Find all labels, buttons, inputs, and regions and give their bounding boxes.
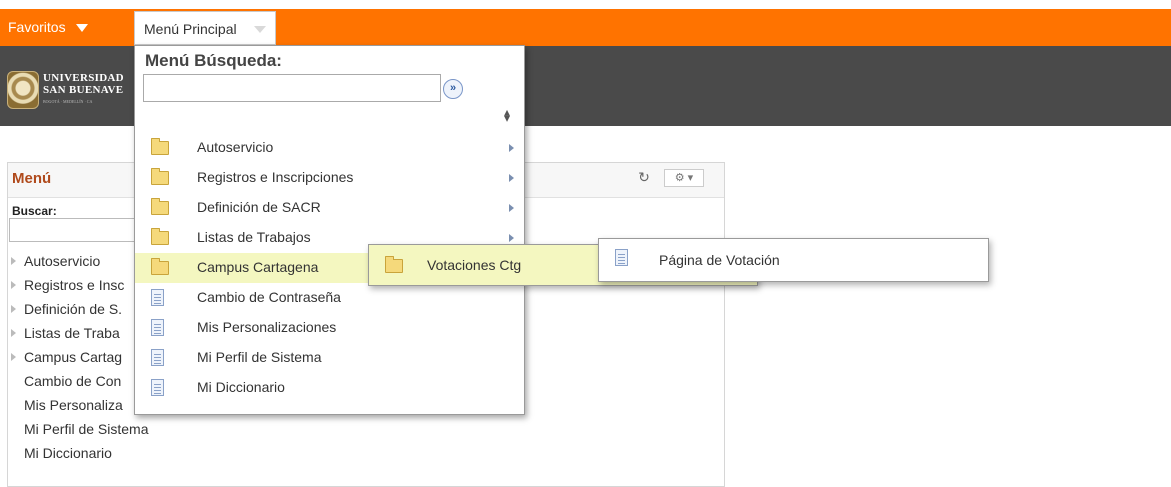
search-label: Buscar: [12,204,57,218]
settings-gear-icon[interactable]: ⚙ ▾ [664,169,704,187]
menu-item-mi-perfil[interactable]: Mi Perfil de Sistema [135,343,524,373]
folder-icon [385,256,403,273]
submenu-arrow-icon [509,204,514,212]
menu-item-mis-personalizaciones[interactable]: Mis Personalizaciones [135,313,524,343]
menu-item-campus-cartagena[interactable]: Campus Cartagena [135,253,371,283]
expand-arrow-icon [11,329,16,337]
menu-tree-item[interactable]: Listas de Traba [8,321,148,345]
favoritos-menu[interactable]: Favoritos [8,9,88,46]
folder-icon [151,258,169,275]
seal-icon [7,71,39,109]
menu-tree-item[interactable]: Mi Perfil de Sistema [8,417,148,441]
folder-icon [151,168,169,185]
document-icon [151,349,164,366]
menu-principal-label: Menú Principal [144,21,237,37]
chevron-down-icon [75,23,88,32]
university-logo: UNIVERSIDAD SAN BUENAVE BOGOTÁ · MEDELLÍ… [7,68,147,112]
expand-arrow-icon [11,353,16,361]
expand-arrow-icon [11,281,16,289]
menu-item-mi-diccionario[interactable]: Mi Diccionario [135,373,524,403]
submenu-arrow-icon [509,234,514,242]
menu-tree-item[interactable]: Registros e Insc [8,273,148,297]
document-icon [151,379,164,396]
expand-arrow-icon [11,305,16,313]
menu-item-definicion-sacr[interactable]: Definición de SACR [135,193,524,223]
folder-icon [151,198,169,215]
submenu-arrow-icon [509,174,514,182]
menu-item-cambio-contrasena[interactable]: Cambio de Contraseña [135,283,524,313]
folder-icon [151,138,169,155]
sort-icon[interactable]: ▴ ▾ [504,106,510,124]
submenu-label: Página de Votación [659,252,780,268]
menu-search-field[interactable] [143,74,441,102]
refresh-icon[interactable]: ↻ [636,169,652,185]
logo-text: UNIVERSIDAD SAN BUENAVE BOGOTÁ · MEDELLÍ… [43,72,124,104]
document-icon [151,289,164,306]
menu-panel-title: Menú [12,170,52,187]
menu-search-title: Menú Búsqueda: [145,51,282,70]
chevron-down-icon [254,26,266,33]
menu-principal-button[interactable]: Menú Principal [134,11,276,45]
main-menu-dropdown: Menú Búsqueda: » ▴ ▾ Autoservicio Registr… [134,45,525,415]
menu-tree-item[interactable]: Campus Cartag [8,345,148,369]
submenu-pagina-votacion[interactable]: Página de Votación [598,238,989,282]
favoritos-label: Favoritos [8,19,66,35]
submenu-label: Votaciones Ctg [427,257,522,273]
menu-tree-item[interactable]: Mis Personaliza [8,393,148,417]
expand-arrow-icon [11,257,16,265]
menu-tree-item[interactable]: Autoservicio [8,249,148,273]
menu-tree-item[interactable]: Definición de S. [8,297,148,321]
search-go-button[interactable]: » [443,79,463,99]
menu-tree-item[interactable]: Cambio de Con [8,369,148,393]
menu-item-autoservicio[interactable]: Autoservicio [135,133,524,163]
document-icon [615,249,628,266]
menu-tree: Autoservicio Registros e Insc Definición… [8,249,148,465]
menu-search-input[interactable] [9,218,149,242]
folder-icon [151,228,169,245]
menu-item-registros[interactable]: Registros e Inscripciones [135,163,524,193]
menu-tree-item[interactable]: Mi Diccionario [8,441,148,465]
submenu-arrow-icon [509,144,514,152]
document-icon [151,319,164,336]
